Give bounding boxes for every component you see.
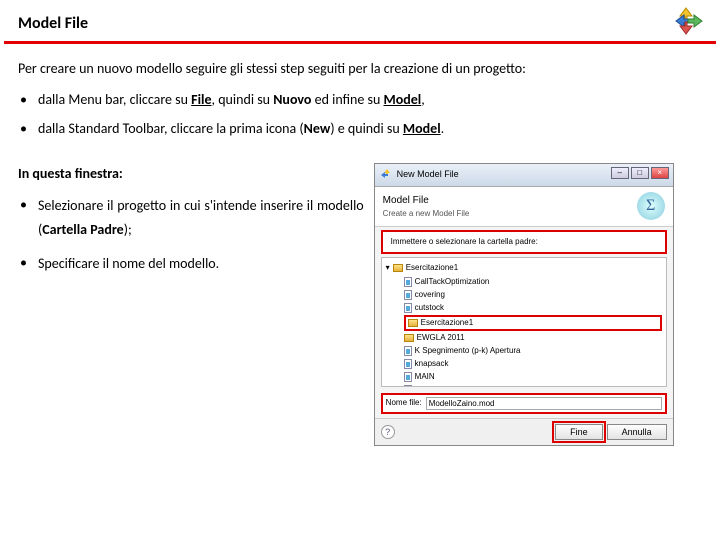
tree-item[interactable]: CallTackOptimization: [404, 276, 662, 288]
minimize-button[interactable]: –: [611, 167, 629, 179]
app-icon: [381, 169, 393, 181]
right-column: New Model File – □ × Model File Create a…: [374, 163, 702, 446]
maximize-button[interactable]: □: [631, 167, 649, 179]
nav-arrows-icon: [672, 6, 706, 36]
bullet-item: • dalla Menu bar, cliccare su File, quin…: [18, 89, 702, 110]
highlight-box: Immettere o selezionare la cartella padr…: [381, 230, 667, 254]
tree-item-label: knapsack: [415, 358, 449, 370]
tree-item[interactable]: EWGLA 2011: [404, 332, 662, 344]
tree-item-label: covering: [415, 289, 445, 301]
dialog-title: New Model File: [397, 168, 459, 182]
bullet-item: • Specificare il nome del modello.: [18, 252, 364, 276]
bullet-marker: •: [18, 252, 38, 276]
slide-header: Model File: [0, 0, 720, 41]
bullet-marker: •: [18, 118, 38, 139]
bullet-item: • dalla Standard Toolbar, cliccare la pr…: [18, 118, 702, 139]
intro-text: Per creare un nuovo modello seguire gli …: [18, 58, 702, 79]
tree-item-label: Modello Carmen: [415, 384, 474, 387]
tree-item-label: cutstock: [415, 302, 444, 314]
bullet-marker: •: [18, 194, 38, 242]
sub-heading: In questa finestra:: [18, 163, 364, 184]
tree-item[interactable]: cutstock: [404, 302, 662, 314]
bullet-marker: •: [18, 89, 38, 110]
file-icon: [404, 303, 412, 313]
tree-item[interactable]: knapsack: [404, 358, 662, 370]
bullet-item: • Selezionare il progetto in cui s'inten…: [18, 194, 364, 242]
dialog-footer: ? Fine Annulla: [375, 418, 673, 445]
bullet-text: dalla Menu bar, cliccare su File, quindi…: [38, 89, 702, 110]
finish-button[interactable]: Fine: [555, 424, 603, 440]
tree-item[interactable]: Modello Carmen: [404, 384, 662, 387]
tree-item[interactable]: covering: [404, 289, 662, 301]
bullet-text: Selezionare il progetto in cui s'intende…: [38, 194, 364, 242]
content-area: Per creare un nuovo modello seguire gli …: [0, 58, 720, 446]
project-tree[interactable]: ▾ Esercitazione1 CallTackOptimizationcov…: [381, 257, 667, 387]
left-column: In questa finestra: • Selezionare il pro…: [18, 163, 374, 446]
file-icon: [404, 346, 412, 356]
divider: [4, 41, 716, 44]
file-icon: [404, 385, 412, 387]
tree-item-label: K Spegnimento (p-k) Apertura: [415, 345, 521, 357]
filename-row: Nome file:: [381, 393, 667, 414]
file-icon: [404, 277, 412, 287]
tree-item[interactable]: K Spegnimento (p-k) Apertura: [404, 345, 662, 357]
new-model-dialog: New Model File – □ × Model File Create a…: [374, 163, 674, 446]
close-button[interactable]: ×: [651, 167, 669, 179]
page-title: Model File: [18, 14, 702, 33]
bullet-text: dalla Standard Toolbar, cliccare la prim…: [38, 118, 702, 139]
tree-item-label: EWGLA 2011: [417, 332, 465, 344]
folder-icon: [393, 264, 403, 272]
tree-item[interactable]: MAIN: [404, 371, 662, 383]
file-icon: [404, 372, 412, 382]
dialog-header-sub: Create a new Model File: [383, 208, 470, 220]
tree-item-label: Esercitazione1: [421, 317, 473, 329]
tree-root[interactable]: ▾ Esercitazione1: [386, 262, 662, 274]
collapse-icon[interactable]: ▾: [386, 262, 390, 274]
tree-item[interactable]: Esercitazione1: [404, 315, 662, 331]
file-icon: [404, 359, 412, 369]
tree-item-label: CallTackOptimization: [415, 276, 490, 288]
folder-icon: [404, 334, 414, 342]
bullet-text: Specificare il nome del modello.: [38, 252, 364, 276]
dialog-header-title: Model File: [383, 193, 470, 208]
filename-label: Nome file:: [386, 397, 422, 409]
file-icon: [404, 290, 412, 300]
cancel-button[interactable]: Annulla: [607, 424, 667, 440]
parent-folder-label: Immettere o selezionare la cartella padr…: [383, 232, 665, 252]
dialog-titlebar: New Model File – □ ×: [375, 164, 673, 187]
folder-icon: [408, 319, 418, 327]
tree-item-label: MAIN: [415, 371, 435, 383]
help-icon[interactable]: ?: [381, 425, 395, 439]
dialog-header: Model File Create a new Model File Σ: [375, 187, 673, 227]
sigma-icon: Σ: [637, 192, 665, 220]
filename-input[interactable]: [426, 397, 662, 410]
